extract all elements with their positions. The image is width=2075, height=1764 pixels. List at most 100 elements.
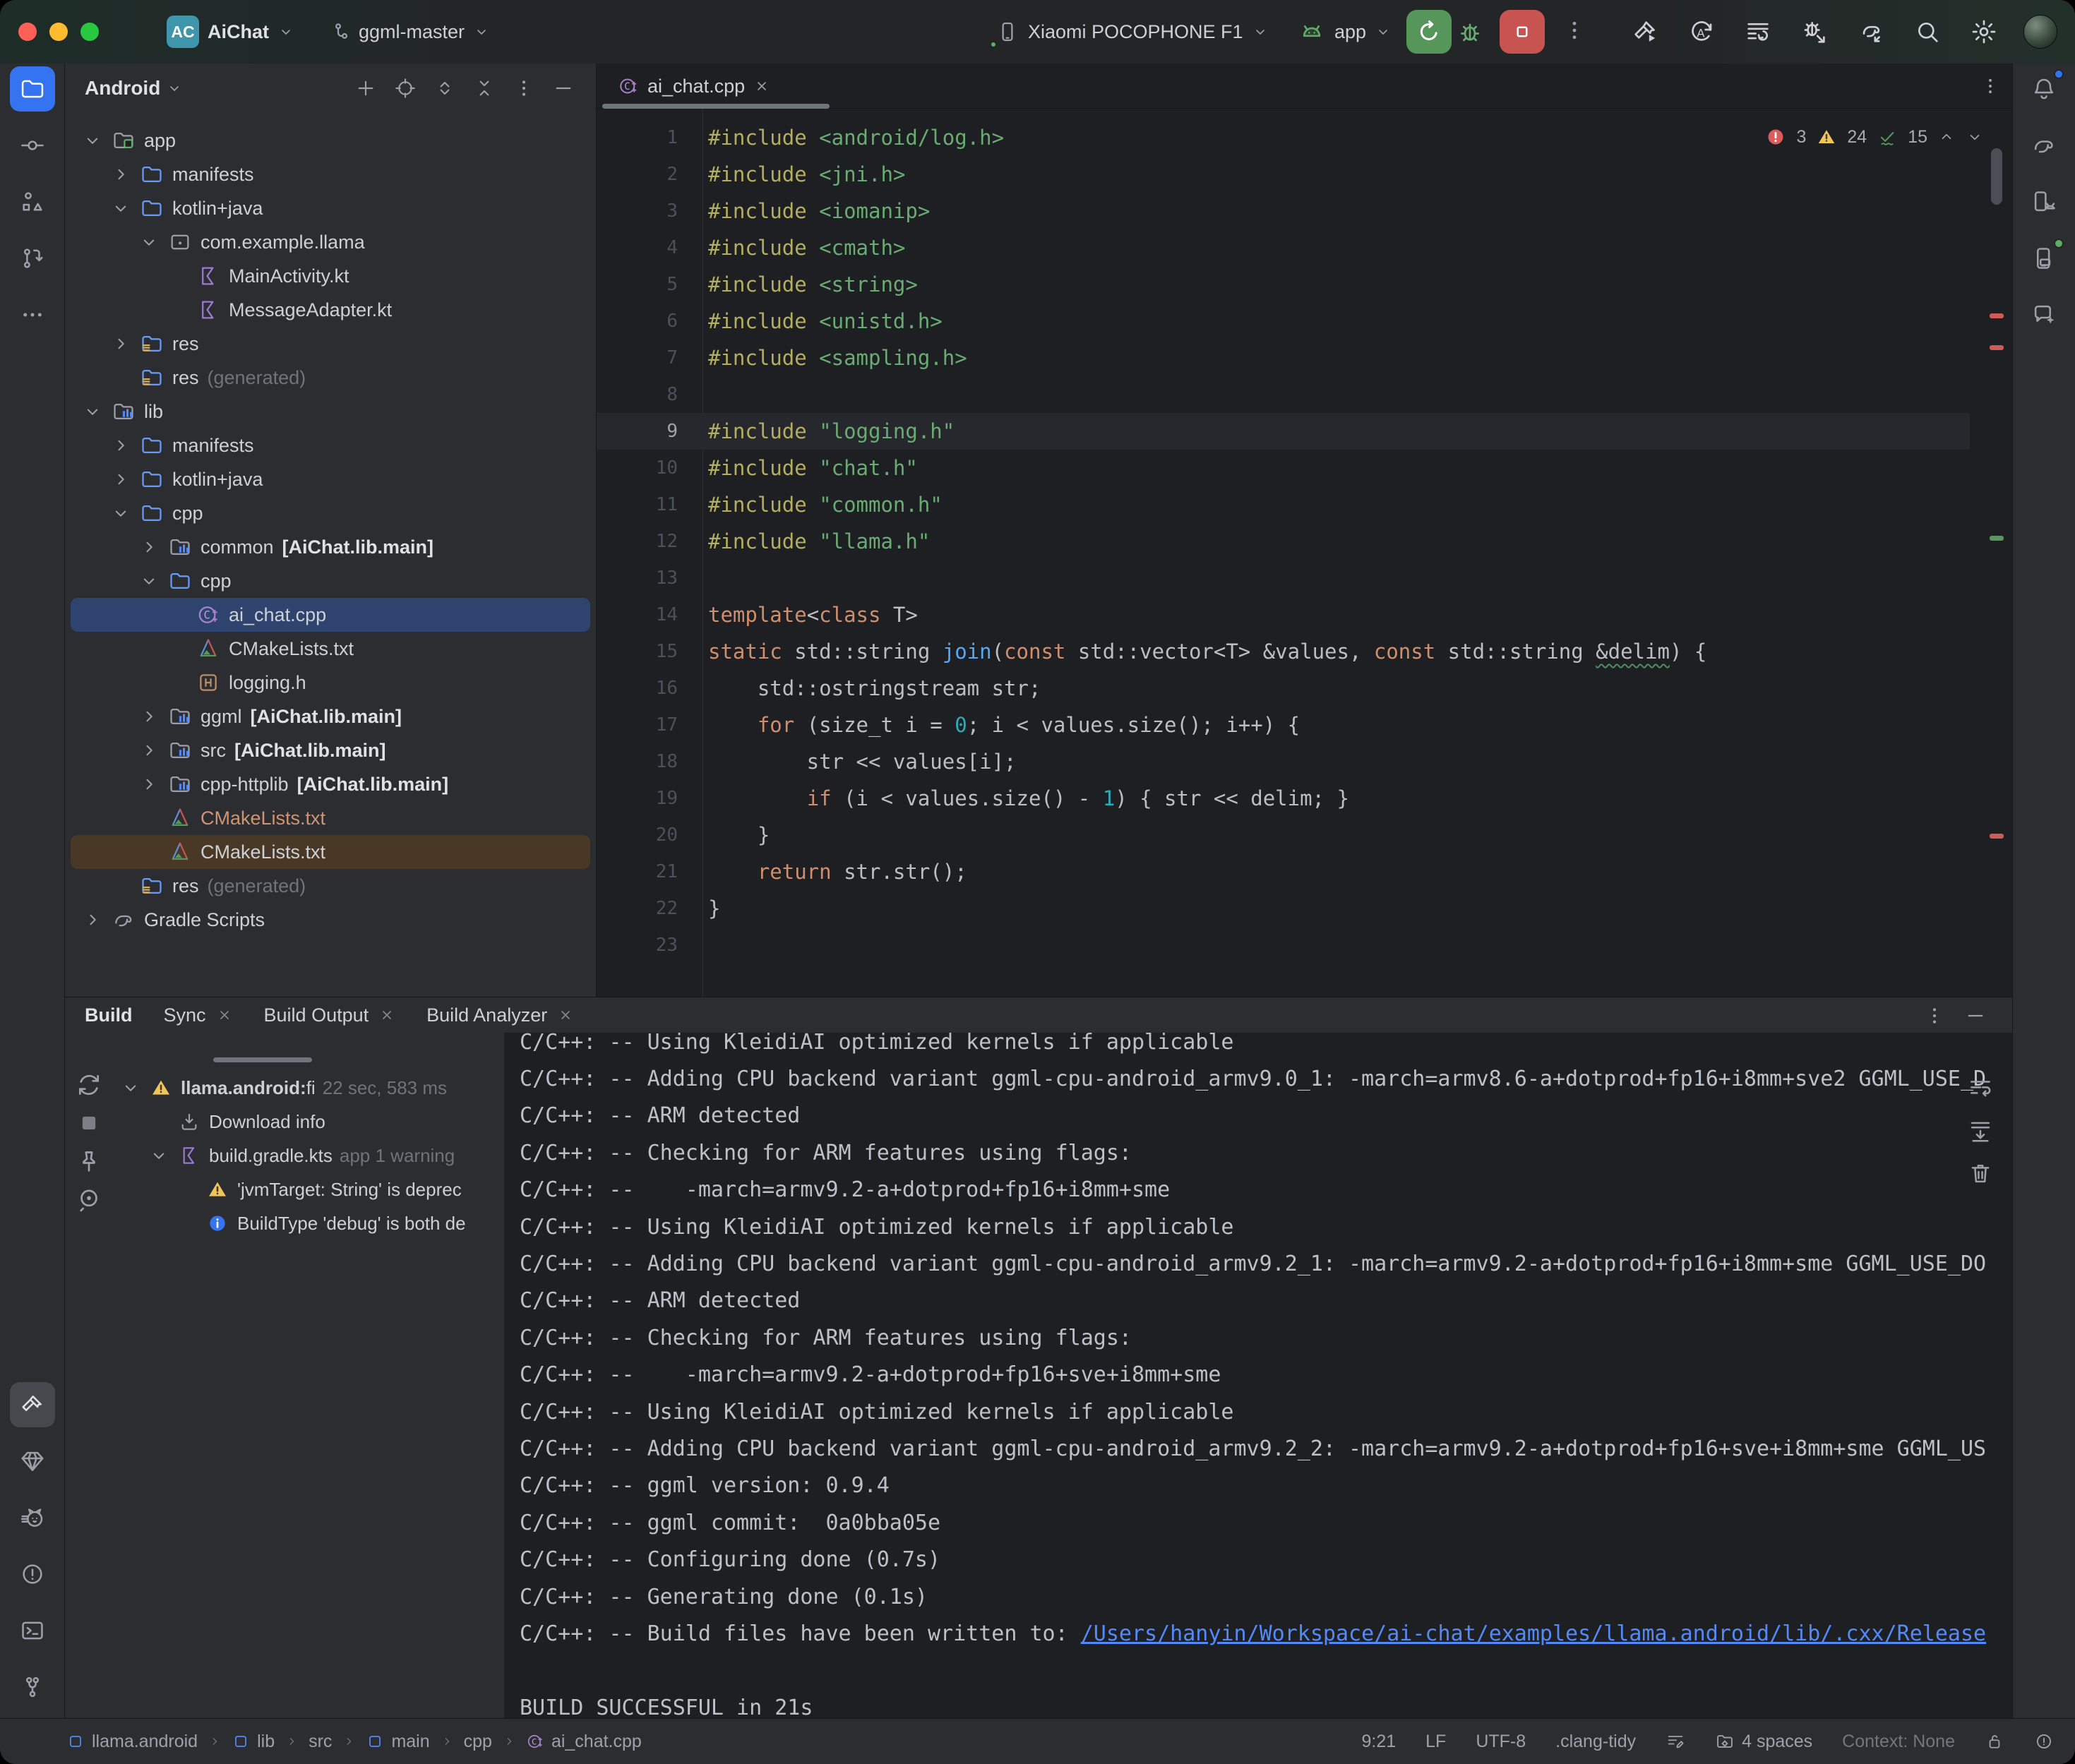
tree-row[interactable]: app — [71, 124, 590, 157]
device-selector[interactable]: Xiaomi POCOPHONE F1 — [995, 0, 1269, 64]
gradle-sync-icon[interactable] — [1857, 18, 1885, 46]
stop-disabled-icon[interactable] — [75, 1109, 103, 1137]
terminal-tool-button[interactable] — [10, 1608, 55, 1653]
code-line[interactable]: 19 if (i < values.size() - 1) { str << d… — [597, 780, 1970, 817]
code-line[interactable]: 10#include "chat.h" — [597, 450, 1970, 486]
scroll-end-icon[interactable] — [1967, 1117, 1994, 1144]
code-line[interactable]: 1#include <android/log.h> — [597, 119, 1970, 156]
notifications-tool-button[interactable] — [2021, 66, 2067, 112]
code-line[interactable]: 9#include "logging.h" — [597, 413, 1970, 450]
sync-restart-icon[interactable] — [75, 1071, 103, 1099]
problems-tool-button[interactable] — [10, 1552, 55, 1597]
clear-icon[interactable] — [1967, 1160, 1994, 1187]
breadcrumb-item[interactable]: Cai_chat.cpp — [526, 1732, 642, 1752]
logcat-tool-button[interactable] — [10, 1495, 55, 1540]
gradle-tool-button[interactable] — [2021, 123, 2067, 168]
code-line[interactable]: 7#include <sampling.h> — [597, 340, 1970, 376]
search-icon[interactable] — [1913, 18, 1942, 46]
console-link[interactable]: /Users/hanyin/Workspace/ai-chat/examples… — [1081, 1621, 1986, 1646]
options-kebab-icon[interactable] — [513, 77, 535, 100]
build-tree-scrollbar[interactable] — [213, 1057, 312, 1062]
error-stripe[interactable] — [1987, 116, 2008, 997]
status-inspections-widget[interactable] — [2034, 1732, 2054, 1751]
tree-row[interactable]: Gradle Scripts — [71, 903, 590, 937]
status-caret-position[interactable]: 9:21 — [1361, 1732, 1396, 1752]
breadcrumb-item[interactable]: lib — [232, 1732, 275, 1752]
tree-row[interactable]: lib — [71, 395, 590, 428]
code-line[interactable]: 14template<class T> — [597, 596, 1970, 633]
tree-row[interactable]: Cai_chat.cpp — [71, 598, 590, 632]
tree-row[interactable]: CMakeLists.txt — [71, 801, 590, 835]
code-line[interactable]: 2#include <jni.h> — [597, 156, 1970, 193]
code-line[interactable]: 11#include "common.h" — [597, 486, 1970, 523]
stop-button[interactable] — [1500, 10, 1545, 54]
breadcrumb-item[interactable]: cpp — [464, 1732, 492, 1752]
code-line[interactable]: 18 str << values[i]; — [597, 743, 1970, 780]
vcs-branch-widget[interactable]: ggml-master — [326, 0, 490, 64]
code-line[interactable]: 8 — [597, 376, 1970, 413]
code-line[interactable]: 6#include <unistd.h> — [597, 303, 1970, 340]
tree-row[interactable]: res — [71, 327, 590, 361]
device-manager-tool-button[interactable] — [2021, 179, 2067, 224]
code-line[interactable]: 3#include <iomanip> — [597, 193, 1970, 229]
tree-row[interactable]: common[AiChat.lib.main] — [71, 530, 590, 564]
avatar[interactable] — [2023, 15, 2057, 49]
build-tree-row[interactable]: 'jvmTarget: String' is deprec — [114, 1172, 504, 1206]
project-view-selector[interactable]: Android — [85, 77, 160, 100]
tree-row[interactable]: res(generated) — [71, 869, 590, 903]
add-icon[interactable] — [354, 77, 377, 100]
build-tree-row[interactable]: build.gradle.ktsapp 1 warning — [114, 1139, 504, 1172]
status-file-lock[interactable] — [1985, 1732, 2004, 1751]
tree-row[interactable]: cpp — [71, 496, 590, 530]
code-line[interactable]: 12#include "llama.h" — [597, 523, 1970, 560]
tree-row[interactable]: cpp-httplib[AiChat.lib.main] — [71, 767, 590, 801]
more-tool-button[interactable] — [10, 292, 55, 337]
soft-wrap-icon[interactable] — [1967, 1075, 1994, 1102]
tree-row[interactable]: manifests — [71, 157, 590, 191]
gemini-tool-button[interactable] — [2021, 292, 2067, 337]
code-line[interactable]: 17 for (size_t i = 0; i < values.size();… — [597, 707, 1970, 743]
build-hammer-tool-button[interactable] — [10, 1382, 55, 1427]
tree-row[interactable]: MainActivity.kt — [71, 259, 590, 293]
build-tree-row[interactable]: BuildType 'debug' is both de — [114, 1206, 504, 1240]
hide-icon[interactable] — [552, 77, 575, 100]
tree-row[interactable]: logging.h — [71, 666, 590, 700]
breadcrumb-item[interactable]: main — [366, 1732, 429, 1752]
status-clang-tidy[interactable]: .clang-tidy — [1555, 1732, 1636, 1752]
project-switcher[interactable]: AC AiChat — [167, 0, 294, 64]
status-line-separator[interactable]: LF — [1425, 1732, 1446, 1752]
tree-row[interactable]: CMakeLists.txt — [71, 835, 590, 869]
attach-debugger-icon[interactable] — [1800, 18, 1829, 46]
tree-row[interactable]: kotlin+java — [71, 191, 590, 225]
commit-tool-button[interactable] — [10, 123, 55, 168]
code-line[interactable]: 15static std::string join(const std::vec… — [597, 633, 1970, 670]
expand-all-icon[interactable] — [433, 77, 456, 100]
breadcrumb-item[interactable]: src — [309, 1732, 332, 1752]
minimize-window-button[interactable] — [49, 23, 68, 41]
version-control-tool-button[interactable] — [10, 1664, 55, 1710]
tree-row[interactable]: ggml[AiChat.lib.main] — [71, 700, 590, 733]
breadcrumb-item[interactable]: llama.android — [66, 1732, 198, 1752]
settings-icon[interactable] — [1970, 18, 1998, 46]
quality-insights-tool-button[interactable] — [10, 1439, 55, 1484]
tab-ai-chat-cpp[interactable]: C ai_chat.cpp — [602, 64, 786, 109]
running-devices-tool-button[interactable] — [2021, 236, 2067, 281]
build-tab-build-analyzer[interactable]: Build Analyzer — [426, 1004, 574, 1026]
tree-row[interactable]: CMakeLists.txt — [71, 632, 590, 666]
debug-button[interactable] — [1456, 18, 1484, 46]
status-context[interactable]: Context: None — [1842, 1732, 1955, 1752]
tree-row[interactable]: src[AiChat.lib.main] — [71, 733, 590, 767]
code-line[interactable]: 21 return str.str(); — [597, 853, 1970, 890]
code-line[interactable]: 16 std::ostringstream str; — [597, 670, 1970, 707]
minimize-build-panel-button[interactable] — [1964, 1004, 1987, 1027]
code-line[interactable]: 4#include <cmath> — [597, 229, 1970, 266]
tree-row[interactable]: MessageAdapter.kt — [71, 293, 590, 327]
locate-icon[interactable] — [394, 77, 417, 100]
status-file-encoding[interactable]: UTF-8 — [1476, 1732, 1526, 1752]
build-tab-build-output[interactable]: Build Output — [264, 1004, 396, 1026]
code-line[interactable]: 23 — [597, 927, 1970, 964]
pin-icon[interactable] — [75, 1147, 103, 1175]
tree-row[interactable]: cpp — [71, 564, 590, 598]
run-button[interactable] — [1406, 10, 1452, 54]
pull-requests-tool-button[interactable] — [10, 236, 55, 281]
